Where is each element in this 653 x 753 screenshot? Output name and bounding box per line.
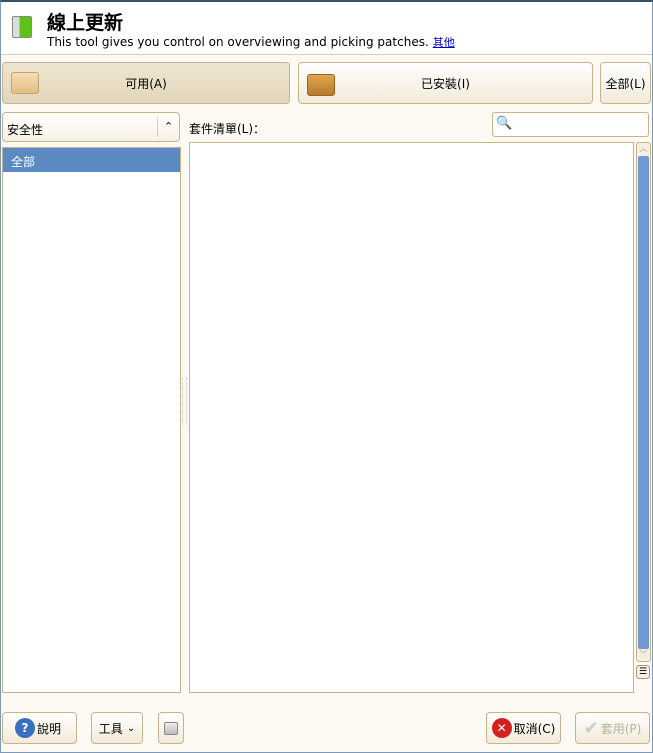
package-open-icon — [307, 74, 335, 96]
more-link[interactable]: 其他 — [433, 36, 455, 49]
apply-button[interactable]: ✔ 套用(P) — [575, 712, 650, 744]
available-filter-button[interactable]: 可用(A) — [2, 62, 290, 104]
column-menu-icon[interactable]: ☰ — [636, 665, 650, 679]
scroll-down-icon[interactable]: ﹀ — [637, 649, 650, 661]
help-icon: ? — [15, 718, 35, 738]
pane-splitter[interactable] — [182, 378, 187, 426]
scrollbar-thumb[interactable] — [638, 156, 649, 649]
subtitle-text: This tool gives you control on overviewi… — [47, 35, 429, 49]
page-title: 線上更新 — [47, 12, 124, 34]
package-list-label: 套件清單(L)： — [189, 122, 266, 136]
installed-filter-button[interactable]: 已安裝(I) — [298, 62, 593, 104]
package-list-scrollbar[interactable]: ︿ ﹀ — [636, 142, 651, 662]
category-list[interactable]: 全部 — [2, 147, 181, 693]
keyboard-button[interactable] — [158, 712, 184, 744]
cancel-button[interactable]: ✕ 取消(C) — [486, 712, 561, 744]
online-update-icon — [12, 16, 32, 38]
help-label: 說明 — [37, 721, 62, 736]
help-button[interactable]: ? 說明 — [2, 712, 77, 744]
cancel-label: 取消(C) — [513, 721, 556, 736]
category-item-all[interactable]: 全部 — [3, 148, 180, 172]
tools-menu-button[interactable]: 工具 ⌄ — [91, 712, 143, 744]
chevron-updown-icon: ⌃ — [157, 117, 179, 137]
all-label: 全部(L) — [605, 76, 646, 91]
package-closed-icon — [11, 72, 39, 94]
chevron-down-icon: ⌄ — [126, 722, 136, 734]
category-select-value: 安全性 — [7, 123, 44, 137]
search-input[interactable]: 🔍 — [492, 112, 649, 137]
search-icon: 🔍 — [496, 116, 513, 131]
available-label: 可用(A) — [125, 76, 167, 91]
tools-label: 工具 — [98, 721, 123, 736]
scroll-up-icon[interactable]: ︿ — [637, 143, 650, 155]
package-list[interactable] — [189, 142, 634, 693]
cancel-icon: ✕ — [491, 718, 512, 738]
header: 線上更新 This tool gives you control on over… — [1, 2, 652, 55]
keyboard-icon — [164, 721, 178, 735]
all-filter-button[interactable]: 全部(L) — [600, 62, 651, 104]
checkmark-icon: ✔ — [583, 717, 599, 739]
apply-label: 套用(P) — [600, 721, 642, 736]
subtitle: This tool gives you control on overviewi… — [47, 34, 455, 50]
installed-label: 已安裝(I) — [421, 76, 470, 91]
category-select[interactable]: 安全性 ⌃ — [2, 112, 180, 142]
